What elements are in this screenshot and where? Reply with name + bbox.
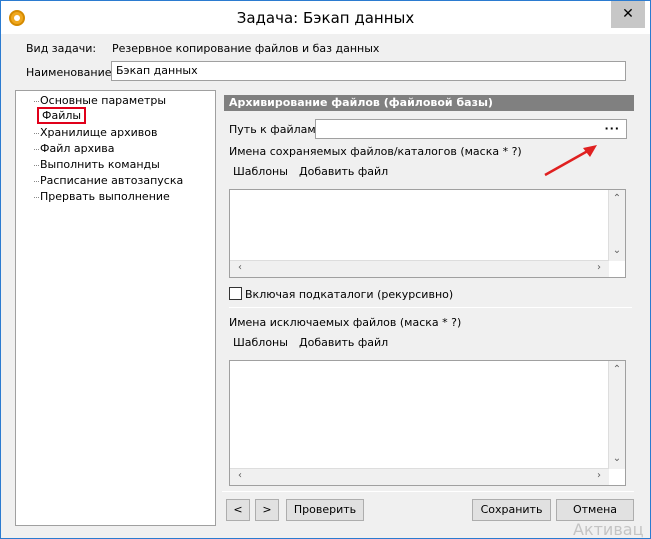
section-header: Архивирование файлов (файловой базы) <box>224 95 634 111</box>
path-label: Путь к файлам: <box>229 123 320 136</box>
saved-files-label: Имена сохраняемых файлов/каталогов (маск… <box>229 145 522 158</box>
saved-add-file-button[interactable]: Добавить файл <box>299 165 388 178</box>
scroll-right-icon[interactable]: › <box>591 470 607 481</box>
path-input[interactable]: ··· <box>315 119 627 139</box>
prev-button[interactable]: < <box>226 499 250 521</box>
footer-separator <box>222 491 634 492</box>
scroll-up-icon[interactable]: ⌃ <box>609 364 625 375</box>
scroll-down-icon[interactable]: ⌄ <box>609 453 625 464</box>
save-button[interactable]: Сохранить <box>472 499 551 521</box>
window-title: Задача: Бэкап данных <box>236 9 415 27</box>
sidebar-item-main-params[interactable]: Основные параметры <box>40 94 166 107</box>
scroll-up-icon[interactable]: ⌃ <box>609 193 625 204</box>
recursive-label: Включая подкаталоги (рекурсивно) <box>245 288 454 301</box>
scroll-left-icon[interactable]: ‹ <box>232 470 248 481</box>
saved-list-hscroll[interactable]: ‹ › <box>230 260 609 277</box>
separator <box>229 307 632 308</box>
saved-list-vscroll[interactable]: ⌃ ⌄ <box>608 190 625 261</box>
sidebar-item-run-commands[interactable]: Выполнить команды <box>40 158 160 171</box>
excluded-templates-button[interactable]: Шаблоны <box>233 336 288 349</box>
sidebar-item-files[interactable]: Файлы <box>37 107 87 124</box>
task-name-input[interactable]: Бэкап данных <box>111 61 626 81</box>
scroll-down-icon[interactable]: ⌄ <box>609 245 625 256</box>
scroll-left-icon[interactable]: ‹ <box>232 262 248 273</box>
recursive-checkbox[interactable] <box>229 287 242 300</box>
dialog-window: Задача: Бэкап данных ✕ Вид задачи: Резер… <box>0 0 651 539</box>
sidebar-tree: Основные параметры Файлы Хранилище архив… <box>15 90 216 526</box>
browse-button[interactable]: ··· <box>604 122 620 135</box>
excluded-files-label: Имена исключаемых файлов (маска * ?) <box>229 316 462 329</box>
task-name-label: Наименование: <box>26 66 116 79</box>
task-type-label: Вид задачи: <box>26 42 97 55</box>
title-bar: Задача: Бэкап данных ✕ <box>1 1 650 34</box>
excluded-list-vscroll[interactable]: ⌃ ⌄ <box>608 361 625 469</box>
next-button[interactable]: > <box>255 499 279 521</box>
sidebar-item-schedule[interactable]: Расписание автозапуска <box>40 174 183 187</box>
task-type-value: Резервное копирование файлов и баз данны… <box>112 42 380 55</box>
sidebar-item-abort[interactable]: Прервать выполнение <box>40 190 170 203</box>
scroll-right-icon[interactable]: › <box>591 262 607 273</box>
activation-watermark: Активац <box>573 520 644 539</box>
check-button[interactable]: Проверить <box>286 499 364 521</box>
cancel-button[interactable]: Отмена <box>556 499 634 521</box>
close-button[interactable]: ✕ <box>611 1 645 28</box>
saved-files-list[interactable]: ⌃ ⌄ ‹ › <box>229 189 626 278</box>
annotation-arrow-icon <box>544 145 597 177</box>
excluded-files-list[interactable]: ⌃ ⌄ ‹ › <box>229 360 626 486</box>
saved-templates-button[interactable]: Шаблоны <box>233 165 288 178</box>
sidebar-item-archive-file[interactable]: Файл архива <box>40 142 115 155</box>
excluded-add-file-button[interactable]: Добавить файл <box>299 336 388 349</box>
sidebar-item-archive-storage[interactable]: Хранилище архивов <box>40 126 157 139</box>
excluded-list-hscroll[interactable]: ‹ › <box>230 468 609 485</box>
